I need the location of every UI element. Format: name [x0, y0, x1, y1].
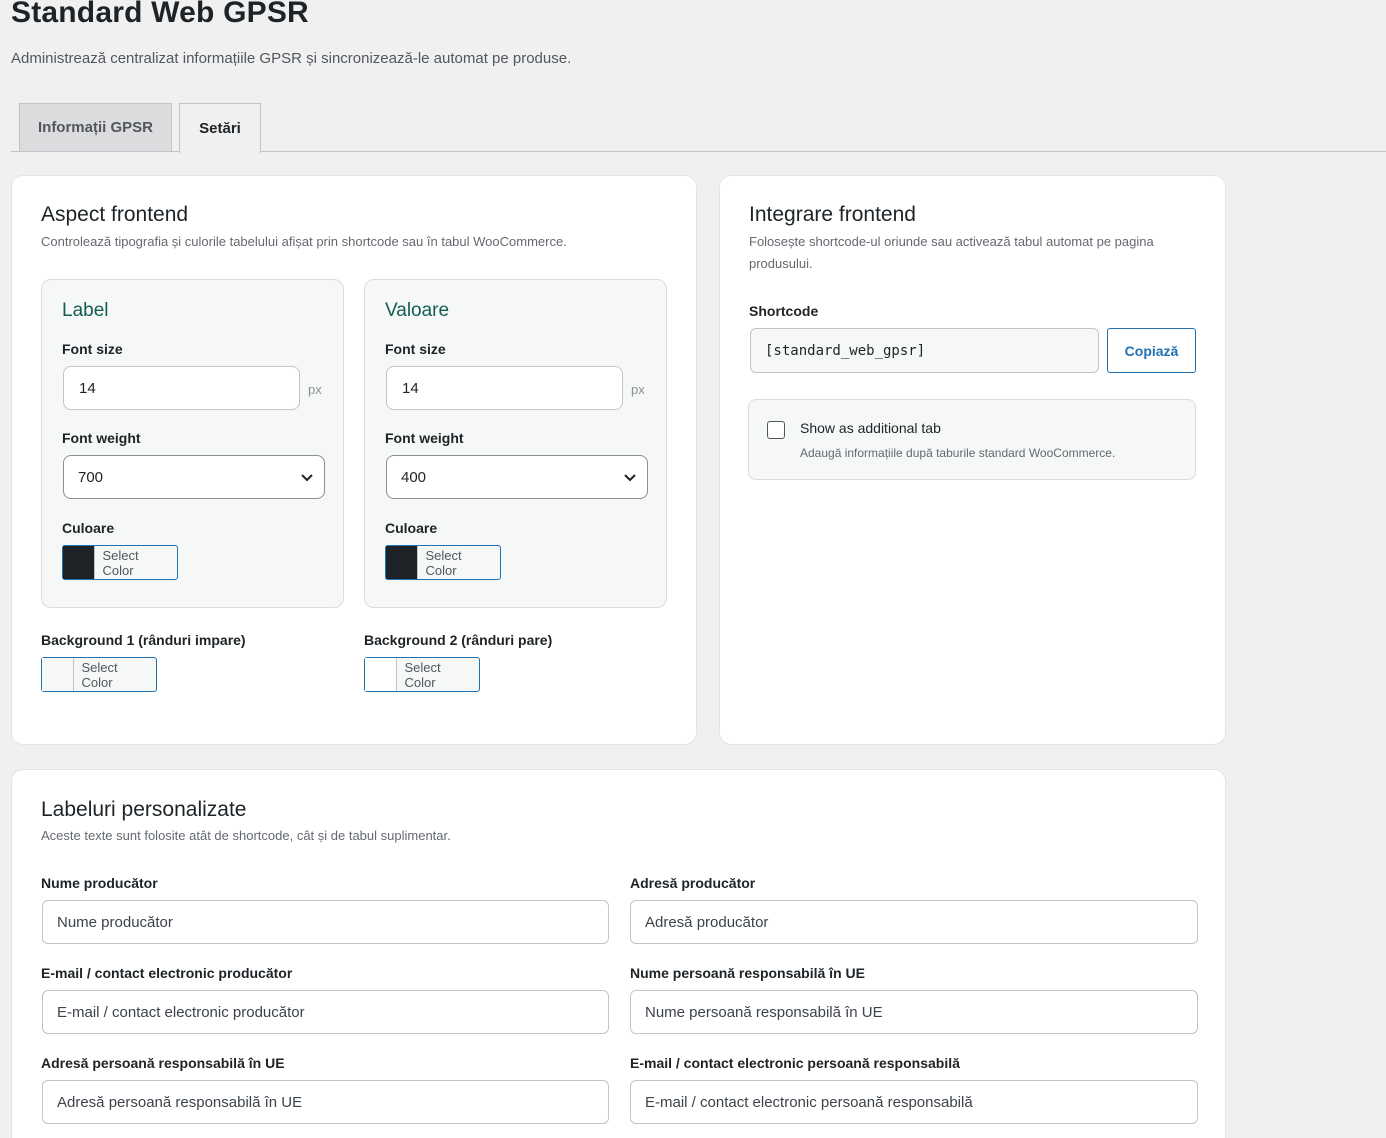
chevron-down-icon [624, 474, 636, 482]
field-label-adresa-producator: Adresă producător [630, 875, 756, 891]
background-1-label: Background 1 (rânduri impare) [41, 632, 246, 648]
integrare-frontend-title: Integrare frontend [749, 203, 916, 226]
field-label-nume-persoana-ue: Nume persoană responsabilă în UE [630, 965, 865, 981]
value-font-size-input[interactable]: 14 [386, 366, 623, 410]
background-2-color-picker-button[interactable]: Select Color [364, 657, 480, 692]
integrare-frontend-subtitle-line2: produsului. [749, 256, 813, 271]
page-title: Standard Web GPSR [11, 0, 309, 29]
shortcode-label: Shortcode [749, 303, 819, 319]
label-font-weight-label: Font weight [62, 430, 141, 446]
value-style-panel: Valoare Font size 14 px Font weight 400 … [364, 279, 667, 608]
labeluri-title: Labeluri personalizate [41, 798, 247, 821]
aspect-frontend-title: Aspect frontend [41, 203, 189, 226]
show-additional-tab-description: Adaugă informațiile după taburile standa… [800, 446, 1116, 460]
labeluri-personalizate-card: Labeluri personalizate Aceste texte sunt… [11, 769, 1226, 1138]
input-email-persoana[interactable]: E-mail / contact electronic persoană res… [630, 1080, 1198, 1124]
label-font-size-input[interactable]: 14 [63, 366, 300, 410]
copy-shortcode-button[interactable]: Copiază [1107, 328, 1196, 373]
background-2-swatch [365, 658, 398, 691]
aspect-frontend-card: Aspect frontend Controlează tipografia ș… [11, 175, 697, 745]
value-font-weight-label: Font weight [385, 430, 464, 446]
label-panel-title: Label [62, 300, 109, 321]
label-font-weight-value: 700 [78, 468, 104, 486]
background-1-button-text: Select Color [81, 659, 118, 690]
aspect-frontend-subtitle: Controlează tipografia și culorile tabel… [41, 234, 567, 249]
label-font-size-label: Font size [62, 341, 123, 357]
input-nume-persoana-ue[interactable]: Nume persoană responsabilă în UE [630, 990, 1198, 1034]
background-1-color-picker-button[interactable]: Select Color [41, 657, 157, 692]
label-font-size-unit: px [308, 382, 322, 397]
value-font-size-label: Font size [385, 341, 446, 357]
label-color-button-text: Select Color [102, 547, 139, 578]
shortcode-field[interactable]: [standard_web_gpsr] [750, 328, 1099, 373]
tab-informatii-gpsr[interactable]: Informații GPSR [19, 103, 172, 151]
input-adresa-persoana-ue[interactable]: Adresă persoană responsabilă în UE [42, 1080, 609, 1124]
label-color-swatch [63, 546, 96, 579]
label-color-label: Culoare [62, 520, 115, 536]
background-2-label: Background 2 (rânduri pare) [364, 632, 553, 648]
label-style-panel: Label Font size 14 px Font weight 700 Cu… [41, 279, 344, 608]
value-font-size-unit: px [631, 382, 645, 397]
input-nume-producator[interactable]: Nume producător [42, 900, 609, 944]
value-color-picker-button[interactable]: Select Color [385, 545, 501, 580]
tab-bar: Informații GPSR Setări [11, 103, 1386, 153]
integrare-frontend-card: Integrare frontend Folosește shortcode-u… [719, 175, 1226, 745]
tab-setari[interactable]: Setări [179, 103, 261, 153]
field-label-email-persoana: E-mail / contact electronic persoană res… [630, 1055, 960, 1071]
value-color-button-text: Select Color [425, 547, 462, 578]
show-additional-tab-label[interactable]: Show as additional tab [800, 420, 941, 436]
field-label-email-producator: E-mail / contact electronic producător [41, 965, 293, 981]
integrare-frontend-subtitle-line1: Folosește shortcode-ul oriunde sau activ… [749, 234, 1154, 249]
field-label-adresa-persoana-ue: Adresă persoană responsabilă în UE [41, 1055, 285, 1071]
additional-tab-panel: Show as additional tab Adaugă informații… [748, 399, 1196, 480]
input-adresa-producator[interactable]: Adresă producător [630, 900, 1198, 944]
value-panel-title: Valoare [385, 300, 450, 321]
chevron-down-icon [301, 474, 313, 482]
page-description: Administrează centralizat informațiile G… [11, 50, 572, 67]
value-color-swatch [386, 546, 419, 579]
value-color-label: Culoare [385, 520, 438, 536]
show-additional-tab-checkbox[interactable] [767, 421, 785, 439]
background-2-button-text: Select Color [404, 659, 441, 690]
label-font-weight-select[interactable]: 700 [63, 455, 325, 499]
label-color-picker-button[interactable]: Select Color [62, 545, 178, 580]
value-font-weight-select[interactable]: 400 [386, 455, 648, 499]
value-font-weight-value: 400 [401, 468, 427, 486]
labeluri-subtitle: Aceste texte sunt folosite atât de short… [41, 828, 451, 843]
input-email-producator[interactable]: E-mail / contact electronic producător [42, 990, 609, 1034]
field-label-nume-producator: Nume producător [41, 875, 158, 891]
background-1-swatch [42, 658, 75, 691]
